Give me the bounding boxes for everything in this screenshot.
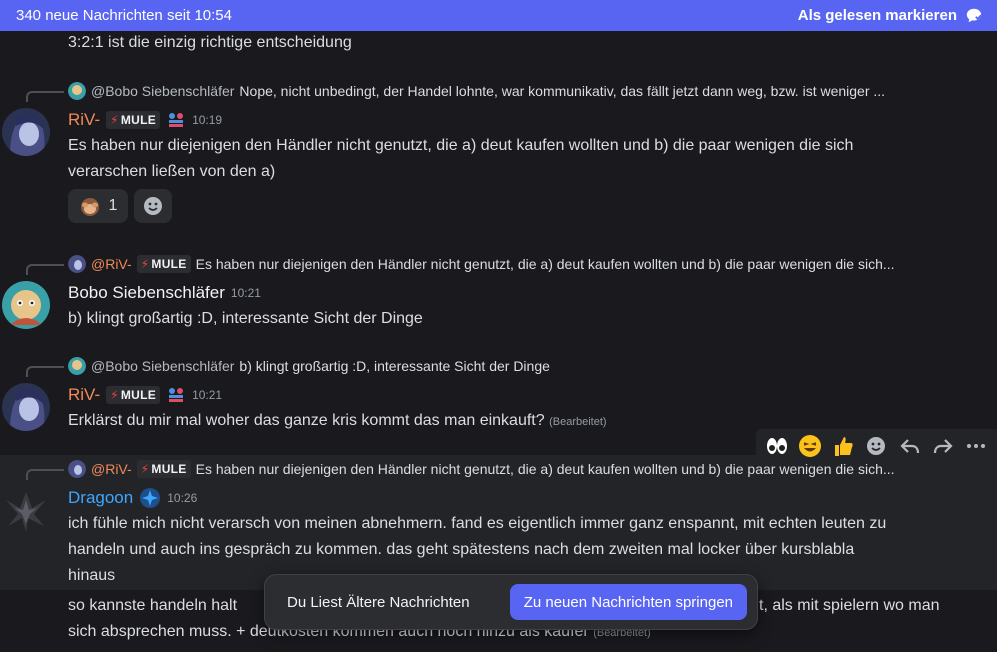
username[interactable]: RiV- (68, 110, 100, 130)
timestamp[interactable]: 10:26 (167, 491, 197, 505)
guild-tag-label: MULE (120, 388, 157, 402)
guild-tag-label: MULE (151, 257, 187, 271)
reply-avatar (68, 255, 86, 273)
message-text-content: Erklärst du mir mal woher das ganze kris… (68, 412, 545, 429)
timestamp[interactable]: 10:21 (231, 286, 261, 300)
timestamp[interactable]: 10:21 (192, 388, 222, 402)
reply-author: @RiV- (91, 256, 132, 272)
avatar[interactable] (2, 486, 50, 534)
message-text: b) klingt großartig :D, interessante Sic… (68, 310, 423, 327)
message-text: ich fühle mich nicht verarsch von meinen… (68, 515, 887, 532)
reply-preview[interactable]: @Bobo Siebenschläfer Nope, nicht unbedin… (68, 81, 988, 101)
jump-to-new-button[interactable]: Zu neuen Nachrichten springen (509, 584, 747, 620)
lightning-icon: ⚡ (140, 257, 150, 271)
message-header: Bobo Siebenschläfer 10:21 (68, 282, 261, 304)
reply-icon (900, 439, 919, 454)
message-text: verarschen ließen von den a) (68, 163, 276, 180)
reply-preview[interactable]: @Bobo Siebenschläfer b) klingt großartig… (68, 356, 988, 376)
message-text: handeln und auch ins gespräch zu kommen.… (68, 541, 855, 558)
eyes-emoji-button[interactable] (763, 432, 791, 460)
reply-text: b) klingt großartig :D, interessante Sic… (239, 358, 550, 374)
guild-tag[interactable]: ⚡ MULE (106, 386, 161, 404)
reply-avatar (68, 82, 86, 100)
message-toolbar (756, 429, 997, 463)
see-no-evil-monkey-icon (80, 198, 99, 216)
message-text: t, als mit spielern wo man (759, 597, 940, 614)
username[interactable]: Bobo Siebenschläfer (68, 283, 225, 303)
forward-icon (933, 439, 953, 454)
server-badge-icon (140, 488, 161, 508)
message-header: RiV- ⚡ MULE 10:19 (68, 109, 222, 131)
guild-tag-label: MULE (120, 113, 157, 127)
message-text: hinaus (68, 567, 116, 584)
username[interactable]: RiV- (68, 385, 100, 405)
message-header: RiV- ⚡ MULE 10:21 (68, 384, 222, 406)
reply-button[interactable] (896, 432, 924, 460)
forward-button[interactable] (929, 432, 957, 460)
mark-as-read-label: Als gelesen markieren (797, 7, 957, 24)
username[interactable]: Dragoon (68, 488, 133, 508)
edited-label: (Bearbeitet) (549, 416, 607, 428)
reply-preview[interactable]: @RiV- ⚡ MULE Es haben nur diejenigen den … (68, 254, 988, 274)
reply-spine (26, 366, 64, 377)
role-badge-icon (169, 388, 184, 402)
more-icon (967, 444, 986, 448)
lightning-icon: ⚡ (140, 462, 150, 476)
reaction-count: 1 (108, 197, 118, 214)
lightning-icon: ⚡ (110, 388, 119, 402)
reply-avatar (68, 460, 86, 478)
reply-author: @RiV- (91, 461, 132, 477)
message-text: Erklärst du mir mal woher das ganze kris… (68, 408, 607, 435)
reply-author: @Bobo Siebenschläfer (91, 358, 235, 374)
add-reaction-icon (144, 197, 162, 215)
add-reaction-icon (867, 437, 886, 455)
new-messages-count: 340 neue Nachrichten seit 10:54 (16, 7, 232, 24)
reply-text: Es haben nur diejenigen den Händler nich… (195, 461, 895, 477)
message-text: 3:2:1 ist die einzig richtige entscheidu… (68, 34, 352, 51)
reply-text: Es haben nur diejenigen den Händler nich… (195, 256, 895, 272)
reply-author: @Bobo Siebenschläfer (91, 83, 235, 99)
add-reaction-button[interactable] (862, 432, 890, 460)
role-badge-icon (169, 113, 184, 127)
avatar[interactable] (2, 383, 50, 431)
new-messages-banner[interactable]: 340 neue Nachrichten seit 10:54 Als gele… (0, 0, 997, 31)
reply-text: Nope, nicht unbedingt, der Handel lohnte… (239, 83, 886, 99)
message-header: Dragoon 10:26 (68, 487, 197, 509)
add-reaction-button[interactable] (134, 189, 172, 223)
avatar[interactable] (2, 281, 50, 329)
mark-as-read-button[interactable]: Als gelesen markieren (798, 7, 983, 25)
timestamp[interactable]: 10:19 (192, 113, 222, 127)
eyes-icon (766, 438, 787, 454)
more-button[interactable] (962, 432, 990, 460)
guild-tag[interactable]: ⚡ MULE (106, 111, 161, 129)
message-text: so kannste handeln halt (68, 597, 238, 614)
lightning-icon: ⚡ (110, 113, 119, 127)
laughing-icon (798, 435, 821, 457)
message-text: Es haben nur diejenigen den Händler nich… (68, 137, 854, 154)
reply-spine (26, 91, 64, 102)
guild-tag: ⚡ MULE (136, 255, 191, 273)
guild-tag: ⚡ MULE (136, 460, 191, 478)
thumbs-up-emoji-button[interactable] (829, 432, 857, 460)
guild-tag-label: MULE (151, 462, 187, 476)
laughing-emoji-button[interactable] (796, 432, 824, 460)
older-messages-popup: Du Liest Ältere Nachrichten Zu neuen Nac… (264, 574, 758, 630)
reply-spine (26, 469, 64, 480)
avatar[interactable] (2, 108, 50, 156)
reaction-button[interactable]: 1 (68, 189, 128, 223)
reply-avatar (68, 357, 86, 375)
thumbs-up-icon (835, 437, 853, 456)
reply-spine (26, 264, 64, 275)
older-messages-label: Du Liest Ältere Nachrichten (287, 593, 470, 611)
mark-read-icon (966, 8, 982, 22)
